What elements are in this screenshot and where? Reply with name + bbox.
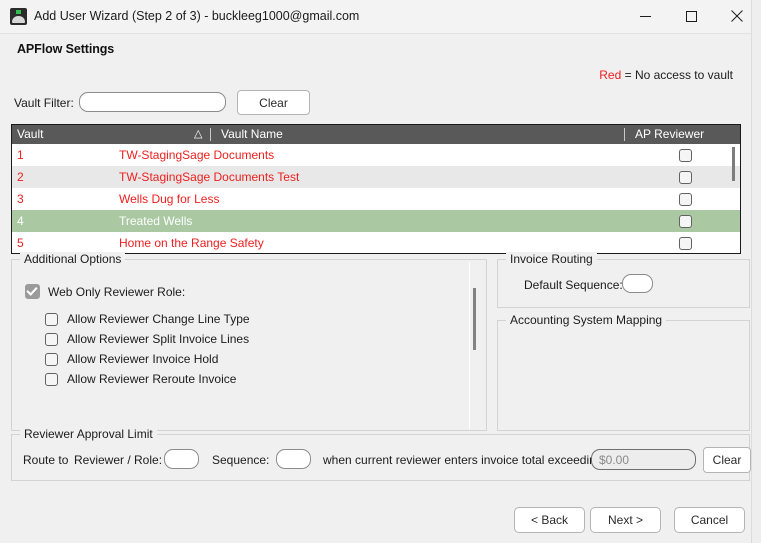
allow-reviewer-split-invoice-lines-option[interactable]: Allow Reviewer Split Invoice Lines [45,332,249,346]
additional-options-scrollbar[interactable] [471,270,478,422]
allow-reviewer-reroute-invoice-label: Allow Reviewer Reroute Invoice [67,372,237,386]
sequence-input[interactable] [276,449,311,469]
sequence-label: Sequence: [212,453,270,467]
cell-vault-name: Home on the Range Safety [119,236,264,250]
ap-reviewer-checkbox[interactable] [678,192,692,206]
accounting-system-mapping-group: Accounting System Mapping [497,313,750,431]
allow-reviewer-change-line-type-option[interactable]: Allow Reviewer Change Line Type [45,312,250,326]
minimize-icon [639,15,651,17]
table-row[interactable]: 1 TW-StagingSage Documents [12,144,740,166]
additional-options-title: Additional Options [20,252,126,266]
table-row[interactable]: 3 Wells Dug for Less [12,188,740,210]
cell-vault-name: Wells Dug for Less [119,192,220,206]
invoice-routing-title: Invoice Routing [506,252,597,266]
wizard-window: Add User Wizard (Step 2 of 3) - buckleeg… [0,0,752,543]
table-row[interactable]: 2 TW-StagingSage Documents Test [12,166,740,188]
reviewer-approval-limit-group: Reviewer Approval Limit Route to Reviewe… [11,427,751,481]
reviewer-role-label: Reviewer / Role: [74,453,163,467]
vault-grid-scrollbar[interactable] [729,147,738,253]
vault-grid-header: Vault △ Vault Name AP Reviewer [12,125,740,144]
invoice-total-amount-input[interactable] [591,449,696,470]
app-logo-icon [10,8,27,25]
column-header-vault-name-label: Vault Name [221,127,283,141]
route-to-label: Route to [23,453,69,467]
cell-vault-name: TW-StagingSage Documents Test [119,170,300,184]
title-bar: Add User Wizard (Step 2 of 3) - buckleeg… [0,0,752,34]
maximize-button[interactable] [668,0,714,32]
vault-grid-scrollbar-thumb[interactable] [732,147,735,181]
cell-ap-reviewer [630,192,740,206]
default-sequence-label: Default Sequence: [524,278,623,292]
column-header-vault-name[interactable]: Vault Name [216,125,624,144]
allow-reviewer-reroute-invoice-option[interactable]: Allow Reviewer Reroute Invoice [45,372,236,386]
legend-red-word: Red [599,68,622,82]
legend-description: = No access to vault [624,68,733,82]
next-button[interactable]: Next > [590,507,661,533]
web-only-reviewer-role-label: Web Only Reviewer Role: [48,284,186,299]
header-separator-1 [210,128,211,141]
column-header-ap-reviewer[interactable]: AP Reviewer [630,125,740,144]
table-row[interactable]: 5 Home on the Range Safety [12,232,740,253]
reviewer-role-input[interactable] [164,449,199,469]
cell-ap-reviewer [630,148,740,162]
cell-ap-reviewer [630,170,740,184]
allow-reviewer-reroute-invoice-checkbox[interactable] [45,372,58,386]
cell-ap-reviewer [630,214,740,228]
back-button[interactable]: < Back [514,507,585,533]
additional-options-group: Additional Options Web Only Reviewer Rol… [11,252,487,431]
reviewer-approval-limit-title: Reviewer Approval Limit [20,427,157,441]
column-header-vault[interactable]: Vault [12,125,112,144]
close-icon [731,10,743,22]
ap-reviewer-checkbox[interactable] [678,170,692,184]
allow-reviewer-change-line-type-checkbox[interactable] [45,312,58,326]
column-header-ap-reviewer-label: AP Reviewer [635,127,705,141]
approval-condition-text: when current reviewer enters invoice tot… [323,453,606,467]
allow-reviewer-split-invoice-lines-checkbox[interactable] [45,332,58,346]
cancel-button[interactable]: Cancel [674,507,745,533]
allow-reviewer-invoice-hold-checkbox[interactable] [45,352,58,366]
sort-ascending-icon: △ [194,128,203,140]
cell-vault-number: 1 [17,148,24,162]
allow-reviewer-split-invoice-lines-label: Allow Reviewer Split Invoice Lines [67,332,250,346]
allow-reviewer-invoice-hold-option[interactable]: Allow Reviewer Invoice Hold [45,352,218,366]
cell-ap-reviewer [630,236,740,250]
cell-vault-number: 2 [17,170,24,184]
default-sequence-input[interactable] [622,274,653,293]
web-only-reviewer-role-checkbox[interactable] [25,284,40,299]
additional-options-scrollbar-thumb[interactable] [473,288,476,350]
maximize-icon [685,10,697,22]
window-title: Add User Wizard (Step 2 of 3) - buckleeg… [34,9,360,23]
cell-vault-name: Treated Wells [119,214,193,228]
vault-grid: Vault △ Vault Name AP Reviewer 1 TW-Stag… [11,124,741,254]
ap-reviewer-checkbox[interactable] [678,236,692,250]
approval-limit-clear-button[interactable]: Clear [703,447,751,473]
cell-vault-number: 3 [17,192,24,206]
vault-filter-input[interactable] [79,92,226,112]
table-row[interactable]: 4 Treated Wells [12,210,740,232]
allow-reviewer-change-line-type-label: Allow Reviewer Change Line Type [67,312,250,326]
cell-vault-number: 5 [17,236,24,250]
vault-filter-label: Vault Filter: [14,96,74,110]
legend: Red = No access to vault [599,68,733,82]
invoice-routing-group: Invoice Routing Default Sequence: [497,252,750,308]
header-separator-2 [624,128,625,141]
minimize-button[interactable] [622,0,668,32]
cell-vault-number: 4 [17,214,24,228]
column-header-vault-label: Vault [17,127,44,141]
web-only-reviewer-role-option[interactable]: Web Only Reviewer Role: [25,284,185,299]
cell-vault-name: TW-StagingSage Documents [119,148,275,162]
background-sliver [751,0,761,543]
additional-options-divider [469,262,470,429]
ap-reviewer-checkbox[interactable] [678,214,692,228]
vault-filter-clear-button[interactable]: Clear [237,90,310,115]
accounting-system-mapping-title: Accounting System Mapping [506,313,667,327]
allow-reviewer-invoice-hold-label: Allow Reviewer Invoice Hold [67,352,219,366]
page-title: APFlow Settings [17,42,115,56]
ap-reviewer-checkbox[interactable] [678,148,692,162]
